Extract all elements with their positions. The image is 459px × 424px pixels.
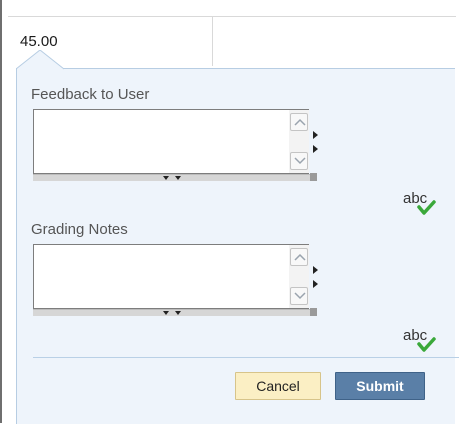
- chevron-up-icon: [294, 253, 306, 261]
- grade-value[interactable]: 45.00: [20, 33, 58, 50]
- resize-grip-icon[interactable]: [310, 308, 317, 316]
- feedback-textarea[interactable]: [33, 109, 309, 174]
- grading-notes-editor: [33, 244, 319, 316]
- chevron-down-icon: [294, 157, 306, 165]
- feedback-editor: [33, 109, 319, 181]
- grading-notes-scrollbar[interactable]: [289, 245, 309, 308]
- cancel-button[interactable]: Cancel: [235, 372, 321, 400]
- feedback-scrollbar[interactable]: [289, 110, 309, 173]
- chevron-up-icon: [294, 118, 306, 126]
- panel-divider: [33, 357, 459, 358]
- scroll-down-button[interactable]: [290, 152, 308, 170]
- scroll-up-button[interactable]: [290, 113, 308, 131]
- spellcheck-text: abc: [403, 190, 428, 207]
- scroll-up-button[interactable]: [290, 248, 308, 266]
- grading-notes-textarea[interactable]: [33, 244, 309, 309]
- grade-row: 45.00: [8, 16, 456, 67]
- scroll-down-button[interactable]: [290, 287, 308, 305]
- grading-notes-resize-handle[interactable]: [33, 309, 317, 316]
- grading-panel: Feedback to User abc Grading Notes abc C…: [16, 68, 459, 424]
- spellcheck-icon: abc: [403, 327, 436, 352]
- window-left-border: [0, 0, 2, 423]
- grading-notes-spellcheck[interactable]: abc: [403, 326, 437, 352]
- resize-arrows-icon: [163, 176, 181, 180]
- feedback-label: Feedback to User: [31, 86, 150, 103]
- resize-grip-icon[interactable]: [310, 173, 317, 181]
- expand-arrows-icon[interactable]: [313, 131, 319, 161]
- spellcheck-icon: abc: [403, 190, 436, 215]
- grading-notes-label: Grading Notes: [31, 221, 128, 238]
- spellcheck-text: abc: [403, 327, 428, 344]
- resize-arrows-icon: [163, 311, 181, 315]
- feedback-resize-handle[interactable]: [33, 174, 317, 181]
- panel-pointer: [16, 50, 64, 70]
- feedback-spellcheck[interactable]: abc: [403, 189, 437, 215]
- chevron-down-icon: [294, 292, 306, 300]
- submit-button[interactable]: Submit: [335, 372, 425, 400]
- expand-arrows-icon[interactable]: [313, 266, 319, 296]
